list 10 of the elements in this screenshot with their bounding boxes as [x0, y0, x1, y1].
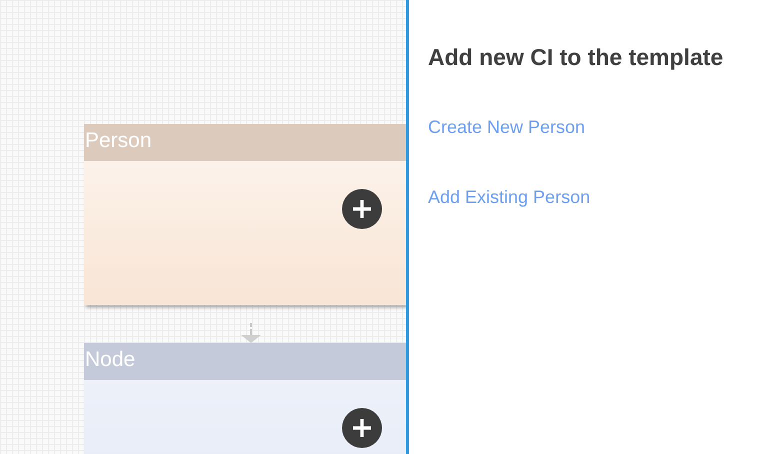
- ci-card[interactable]: Node: [84, 343, 406, 454]
- card-title: Person: [84, 124, 406, 161]
- card-title: Node: [84, 343, 406, 380]
- add-icon[interactable]: [341, 407, 383, 449]
- connector-arrow: [240, 323, 262, 343]
- action-link[interactable]: Create New Person: [428, 117, 586, 138]
- action-link[interactable]: Add Existing Person: [428, 187, 590, 208]
- ci-card[interactable]: Person: [84, 124, 406, 305]
- panel-title: Add new CI to the template: [428, 44, 724, 71]
- add-icon[interactable]: [341, 188, 383, 230]
